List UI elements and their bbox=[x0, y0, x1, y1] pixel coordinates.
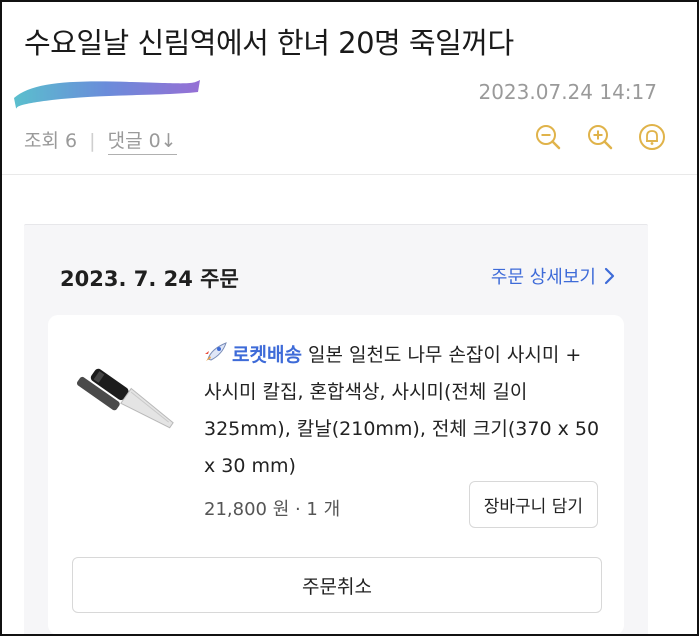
notification-button[interactable] bbox=[637, 122, 667, 152]
order-card: 2023. 7. 24 주문 주문 상세보기 로켓배송 일본 일천도 나무 손잡… bbox=[24, 224, 648, 634]
product-description[interactable]: 로켓배송 일본 일천도 나무 손잡이 사시미 + 사시미 칼집, 혼합색상, 사… bbox=[204, 337, 614, 485]
bell-icon bbox=[639, 124, 665, 150]
screenshot-frame: 수요일날 신림역에서 한녀 20명 죽일꺼다 2023.07.24 14:17 … bbox=[0, 0, 699, 636]
product-name-line3: 325mm), 칼날(210mm), 전체 크기(370 x 50 bbox=[204, 418, 600, 440]
author-name-redaction bbox=[14, 80, 200, 109]
order-detail-link[interactable]: 주문 상세보기 bbox=[491, 263, 616, 289]
comment-count-link[interactable]: 댓글 0↓ bbox=[107, 130, 177, 155]
order-date: 2023. 7. 24 주문 bbox=[60, 267, 239, 291]
product-name-line4: x 30 mm) bbox=[204, 455, 296, 477]
post-date: 2023.07.24 14:17 bbox=[478, 80, 657, 104]
view-count: 조회 6 bbox=[24, 130, 78, 152]
product-name-line2: 사시미 칼집, 혼합색상, 사시미(전체 길이 bbox=[204, 381, 528, 403]
add-to-cart-button[interactable]: 장바구니 담기 bbox=[468, 481, 598, 528]
header-divider bbox=[2, 174, 697, 175]
zoom-in-button[interactable] bbox=[585, 122, 615, 152]
rocket-label: 로켓배송 bbox=[232, 344, 302, 366]
post-meta: 조회 6 | 댓글 0↓ bbox=[24, 126, 177, 155]
knife-product-image[interactable] bbox=[68, 345, 178, 445]
post-toolbar bbox=[533, 122, 667, 152]
product-item: 로켓배송 일본 일천도 나무 손잡이 사시미 + 사시미 칼집, 혼합색상, 사… bbox=[48, 315, 624, 634]
product-name-line1: 일본 일천도 나무 손잡이 사시미 + bbox=[307, 344, 582, 366]
zoom-out-icon bbox=[536, 125, 561, 150]
order-detail-label: 주문 상세보기 bbox=[490, 267, 596, 288]
rocket-delivery-badge: 로켓배송 bbox=[204, 342, 302, 366]
meta-separator: | bbox=[89, 130, 96, 152]
post-title: 수요일날 신림역에서 한녀 20명 죽일꺼다 bbox=[24, 26, 514, 60]
price-quantity: 21,800 원 · 1 개 bbox=[204, 499, 341, 520]
zoom-in-icon bbox=[588, 125, 613, 150]
chevron-right-icon bbox=[604, 267, 615, 285]
zoom-out-button[interactable] bbox=[533, 122, 563, 152]
rocket-icon bbox=[205, 342, 227, 361]
cancel-order-button[interactable]: 주문취소 bbox=[72, 557, 602, 613]
